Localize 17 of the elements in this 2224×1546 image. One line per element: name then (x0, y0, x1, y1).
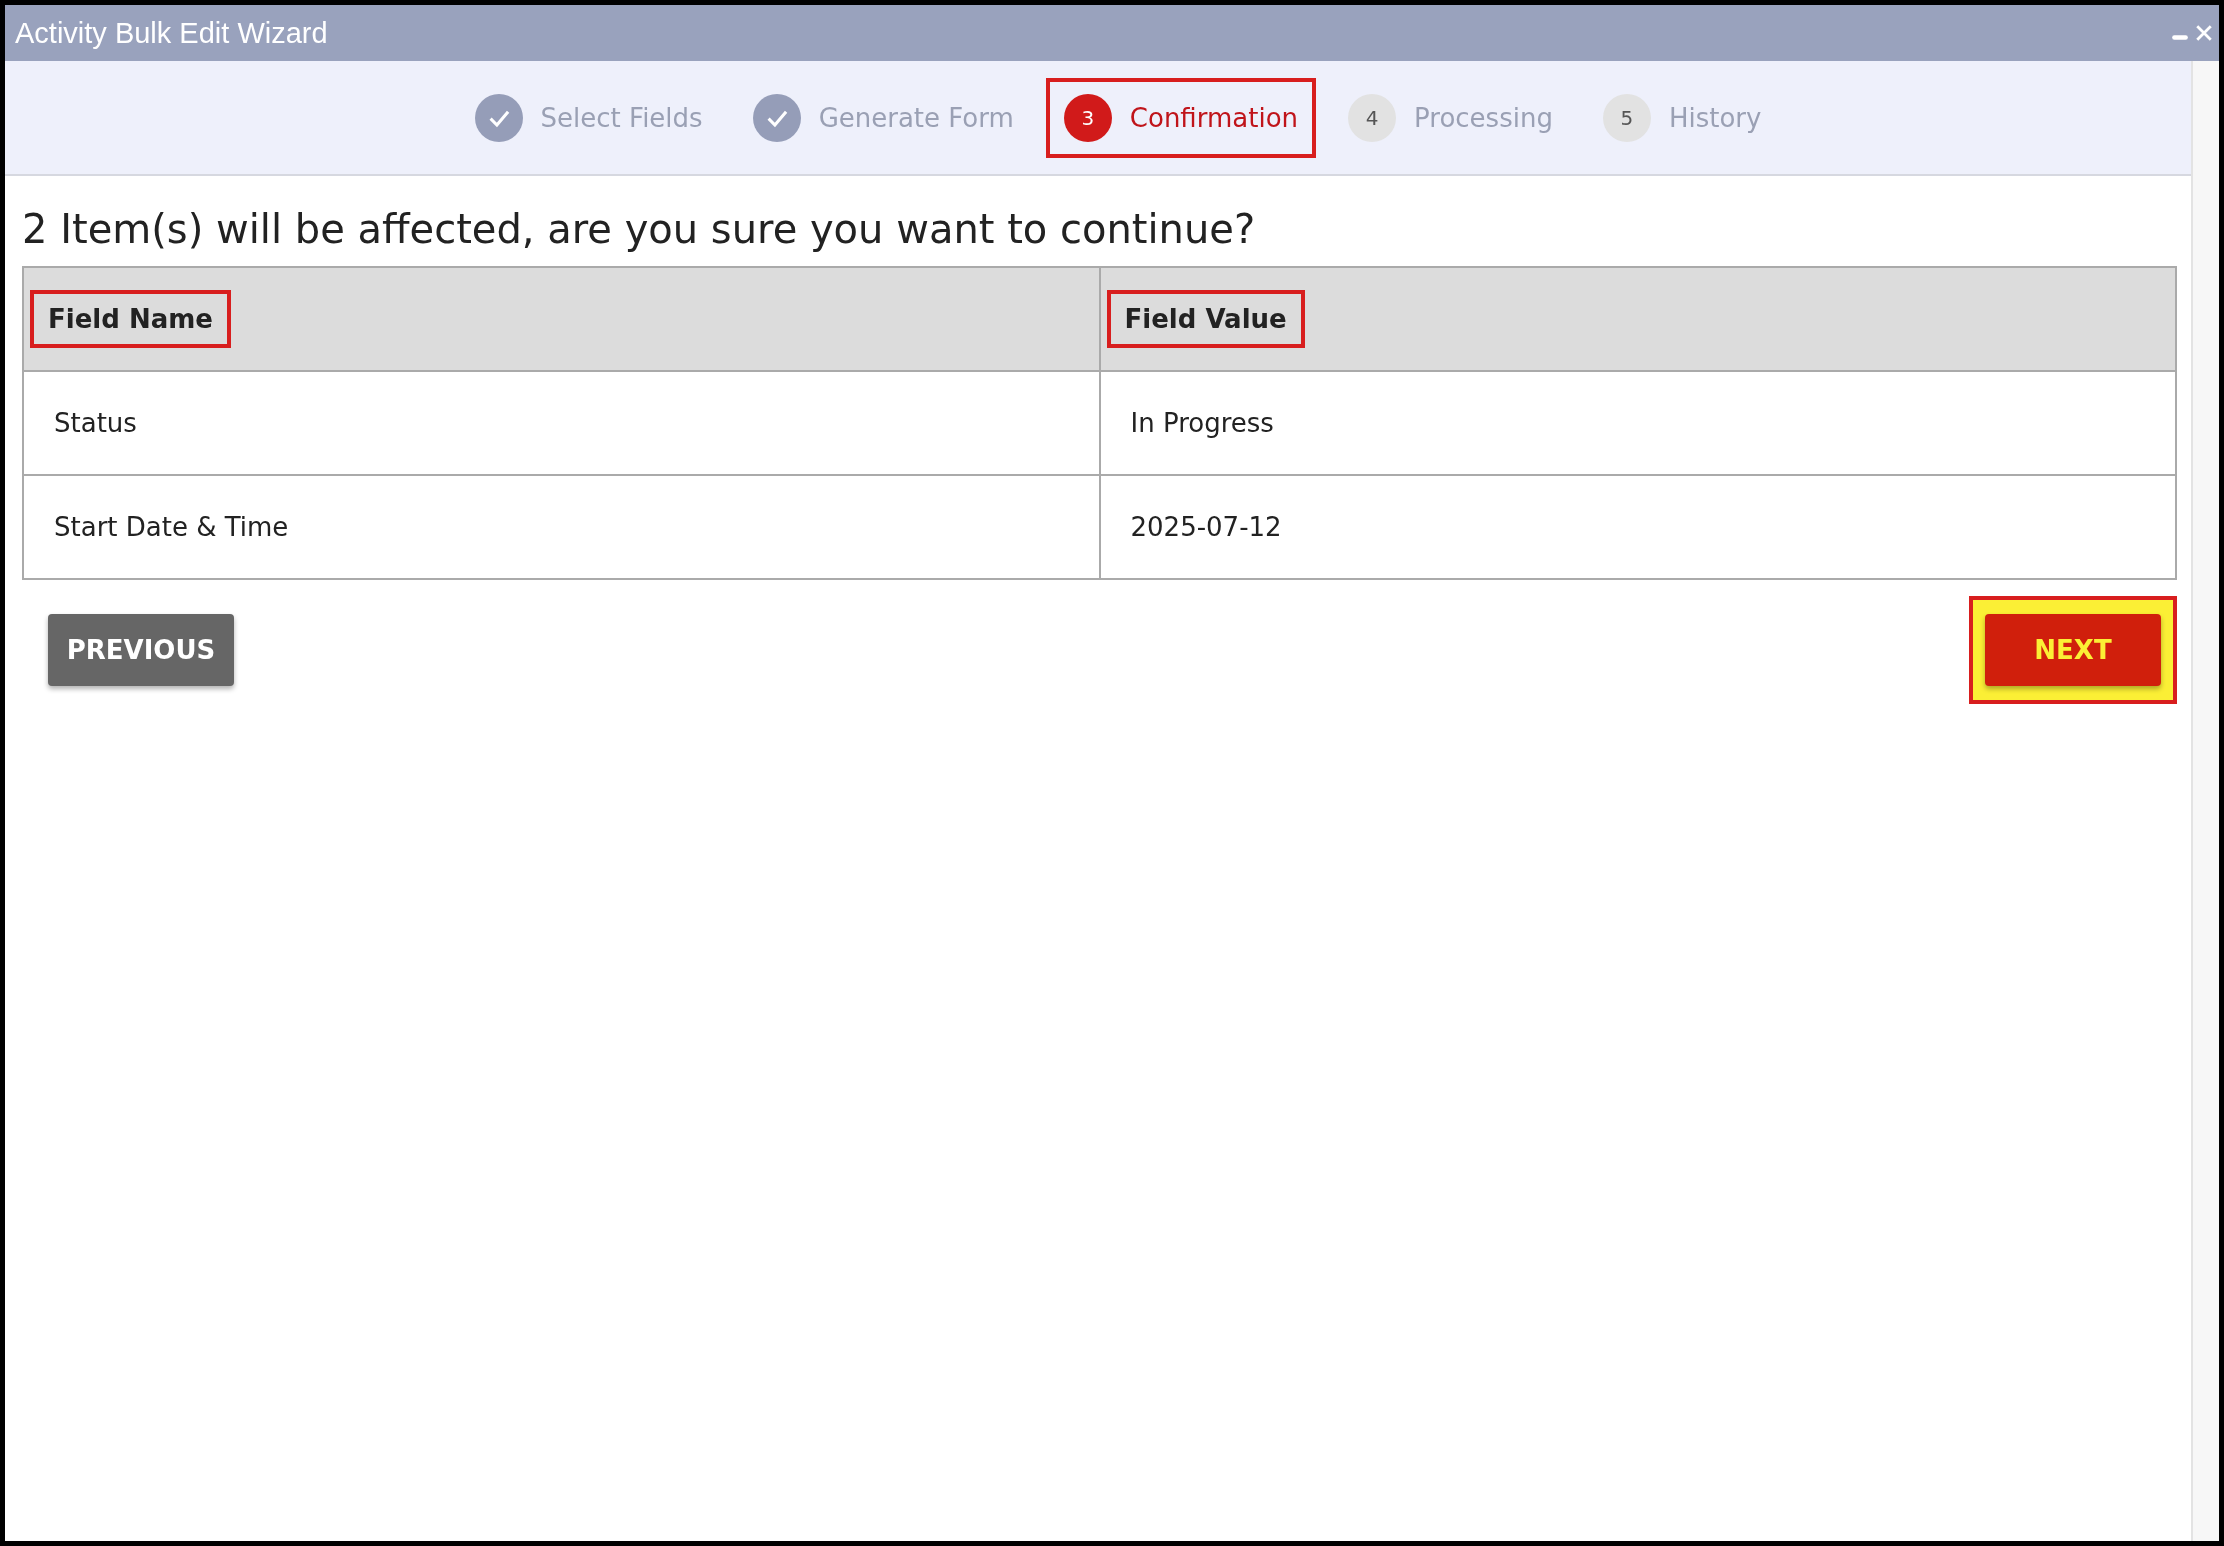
table-cell: Status (23, 371, 1100, 475)
table-cell: In Progress (1099, 371, 2176, 475)
column-header-label: Field Value (1106, 290, 1305, 348)
table-cell: 2025-07-12 (1099, 475, 2176, 579)
step-number: 4 (1348, 93, 1397, 142)
next-button[interactable]: NEXT (1985, 614, 2161, 686)
step-number: 3 (1063, 93, 1112, 142)
wizard-step[interactable]: 4 Processing (1330, 77, 1571, 158)
step-number: 5 (1602, 93, 1651, 142)
wizard-step[interactable]: 5 History (1584, 77, 1780, 158)
close-icon[interactable] (2195, 24, 2213, 42)
column-header-label: Field Name (30, 290, 231, 348)
previous-button[interactable]: PREVIOUS (48, 614, 234, 686)
wizard-step[interactable]: 3 Confirmation (1045, 77, 1317, 158)
confirmation-heading: 2 Item(s) will be affected, are you sure you want to continue? (22, 206, 1257, 252)
window-title: Activity Bulk Edit Wizard (15, 16, 328, 50)
table-cell: Start Date & Time (23, 475, 1100, 579)
